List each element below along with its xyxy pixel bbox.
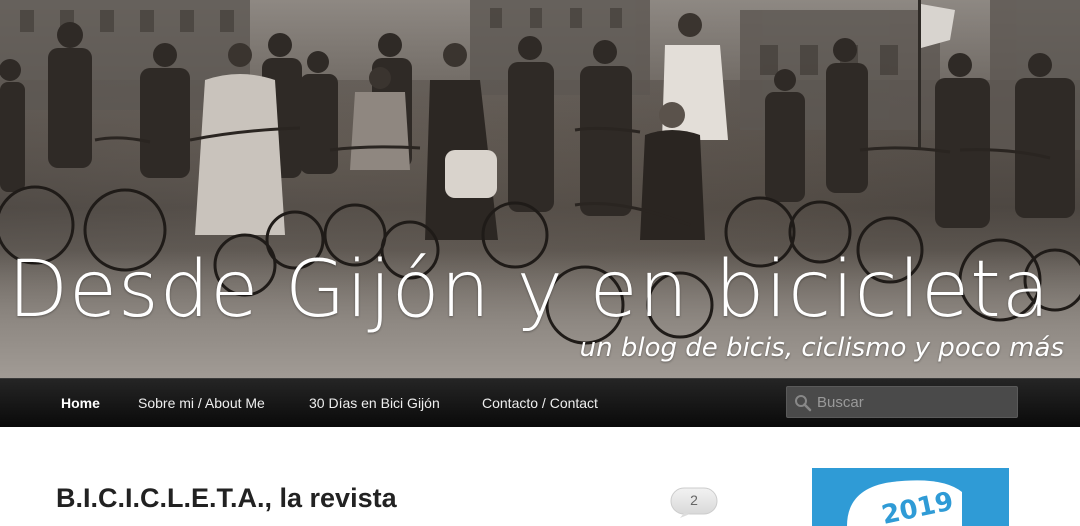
search-box[interactable] bbox=[786, 386, 1018, 418]
site-title[interactable]: Desde Gijón y en bicicleta bbox=[8, 245, 1051, 335]
widget-badge-icon: 2019 bbox=[847, 480, 962, 526]
main-nav: Home Sobre mi / About Me 30 Días en Bici… bbox=[0, 378, 1080, 427]
nav-contact[interactable]: Contacto / Contact bbox=[482, 379, 598, 427]
nav-30-dias[interactable]: 30 Días en Bici Gijón bbox=[309, 379, 440, 427]
comment-count[interactable]: 2 bbox=[670, 492, 718, 508]
nav-about[interactable]: Sobre mi / About Me bbox=[138, 379, 265, 427]
search-input[interactable] bbox=[817, 387, 1012, 417]
site-tagline: un blog de bicis, ciclismo y poco más bbox=[579, 333, 1064, 363]
nav-home[interactable]: Home bbox=[61, 379, 100, 427]
sidebar-widget-image[interactable]: 2019 bbox=[812, 468, 1009, 526]
header-banner[interactable]: Desde Gijón y en bicicleta un blog de bi… bbox=[0, 0, 1080, 378]
post-title[interactable]: B.I.C.I.C.L.E.T.A., la revista bbox=[56, 483, 397, 514]
search-icon bbox=[795, 395, 812, 412]
